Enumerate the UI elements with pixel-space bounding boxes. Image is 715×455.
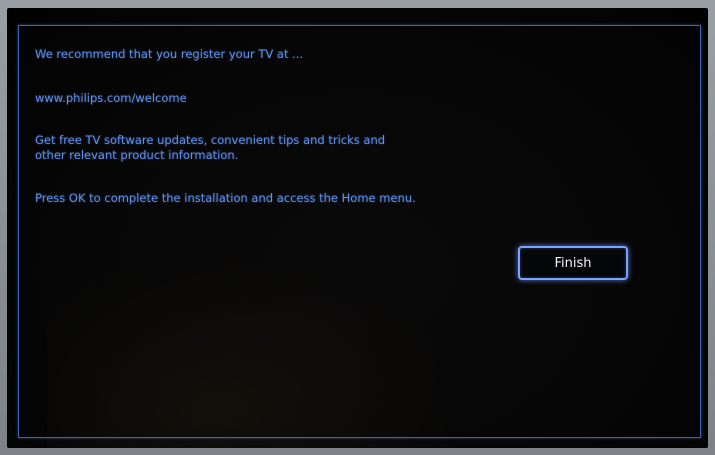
finish-button-label: Finish <box>554 255 592 271</box>
benefits-text-line1: Get free TV software updates, convenient… <box>35 133 386 147</box>
register-recommendation-text: We recommend that you register your TV a… <box>35 47 304 61</box>
registration-dialog <box>18 25 701 438</box>
instruction-text: Press OK to complete the installation an… <box>35 191 416 205</box>
benefits-text-line2: other relevant product information. <box>35 148 239 162</box>
finish-button[interactable]: Finish <box>518 246 628 280</box>
registration-url: www.philips.com/welcome <box>35 91 187 105</box>
